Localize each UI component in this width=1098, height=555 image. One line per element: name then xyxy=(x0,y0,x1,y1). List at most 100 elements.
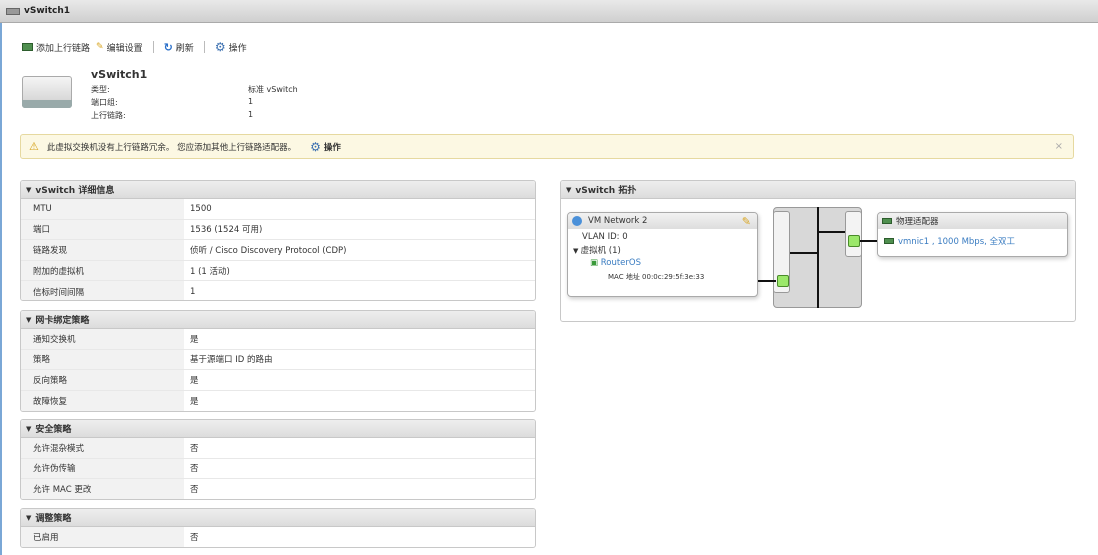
collapse-icon: ▼ xyxy=(26,424,32,433)
property-label: 策略 xyxy=(21,349,184,370)
vms-toggle[interactable]: ▼ 虚拟机 (1) xyxy=(568,242,757,256)
switch-bus-line xyxy=(817,207,819,308)
add-uplink-button[interactable]: 添加上行链路 xyxy=(22,41,90,54)
panel-header[interactable]: ▼ 安全策略 xyxy=(21,420,535,438)
refresh-button[interactable]: ↻ 刷新 xyxy=(164,41,194,54)
panel-traffic-shaping: ▼ 调整策略 已启用否 xyxy=(20,508,536,548)
uplinks-value: 1 xyxy=(248,110,254,119)
property-value: 是 xyxy=(190,397,199,408)
panel-title: vSwitch 拓扑 xyxy=(575,186,637,196)
property-value: 否 xyxy=(190,443,199,454)
vlan-id: VLAN ID: 0 xyxy=(582,232,628,242)
vm-icon: ▣ xyxy=(590,258,601,268)
panel-nic-teaming: ▼ 网卡绑定策略 通知交换机是策略 基于源端口 ID 的路由 反向策略是故障恢复是 xyxy=(20,310,536,412)
property-label: 反向策略 xyxy=(21,370,184,390)
property-value: 1500 xyxy=(190,203,212,214)
property-label: 允许伪传输 xyxy=(21,458,184,479)
actions-button[interactable]: ⚙ 操作 xyxy=(215,40,247,54)
property-value: 1536 (1524 可用) xyxy=(190,225,263,236)
warning-icon: ⚠ xyxy=(29,140,39,153)
warning-actions-label: 操作 xyxy=(323,142,341,153)
collapse-icon: ▼ xyxy=(26,513,32,522)
refresh-label: 刷新 xyxy=(175,43,194,54)
property-row: 反向策略是 xyxy=(21,370,535,391)
property-row: 附加的虚拟机 1 (1 活动) xyxy=(21,260,535,282)
edit-settings-button[interactable]: ✎ 编辑设置 xyxy=(96,41,143,54)
property-value: 是 xyxy=(190,334,199,345)
add-uplink-icon xyxy=(22,43,33,51)
nic-link[interactable]: vmnic1 , 1000 Mbps, 全双工 xyxy=(898,237,1015,247)
property-value: 侦听 / Cisco Discovery Protocol (CDP) xyxy=(190,245,347,256)
link-line xyxy=(758,280,776,282)
physical-adapters-title: 物理适配器 xyxy=(896,217,939,227)
vms-label: 虚拟机 (1) xyxy=(580,246,621,256)
vm-mac: MAC 地址 00:0c:29:5f:3e:33 xyxy=(608,273,705,281)
panel-header[interactable]: ▼ vSwitch 详细信息 xyxy=(21,181,535,199)
type-value: 标准 vSwitch xyxy=(248,85,298,94)
panel-title: 调整策略 xyxy=(35,514,72,524)
property-label: 附加的虚拟机 xyxy=(21,260,184,281)
warning-banner: ⚠ 此虚拟交换机没有上行链路冗余。 您应添加其他上行链路适配器。 ⚙ 操作 × xyxy=(20,134,1074,159)
property-row: 通知交换机是 xyxy=(21,329,535,350)
pencil-icon: ✎ xyxy=(96,42,104,52)
warning-actions-button[interactable]: ⚙ 操作 xyxy=(310,140,341,154)
panel-header[interactable]: ▼ 调整策略 xyxy=(21,509,535,527)
collapse-icon: ▼ xyxy=(26,315,32,324)
link-line xyxy=(790,252,818,254)
portgroup-box: VM Network 2 ✎ VLAN ID: 0 ▼ 虚拟机 (1) ▣ Rou… xyxy=(567,212,758,297)
property-row: 已启用否 xyxy=(21,527,535,547)
property-value: 否 xyxy=(190,485,199,496)
property-value: 1 xyxy=(190,286,196,297)
property-value: 否 xyxy=(190,533,199,544)
switch-image xyxy=(22,76,72,108)
property-label: 故障恢复 xyxy=(21,390,184,411)
vswitch-name: vSwitch1 xyxy=(91,68,148,81)
portgroup-header: VM Network 2 ✎ xyxy=(568,213,757,229)
edit-portgroup-icon[interactable]: ✎ xyxy=(742,215,751,228)
property-row: 策略 基于源端口 ID 的路由 xyxy=(21,349,535,371)
property-row: 允许伪传输否 xyxy=(21,458,535,480)
vm-link[interactable]: RouterOS xyxy=(601,258,641,268)
toolbar: 添加上行链路 ✎ 编辑设置 ↻ 刷新 ⚙ 操作 xyxy=(22,40,247,54)
property-label: 允许混杂模式 xyxy=(21,438,184,458)
divider xyxy=(203,41,205,53)
property-label: 允许 MAC 更改 xyxy=(21,479,184,499)
actions-label: 操作 xyxy=(228,43,247,54)
link-line xyxy=(818,231,845,233)
expand-icon: ▼ xyxy=(573,247,581,255)
panel-header[interactable]: ▼ vSwitch 拓扑 xyxy=(561,181,1075,199)
property-value: 基于源端口 ID 的路由 xyxy=(190,355,273,366)
uplink-port-icon xyxy=(848,235,860,247)
vswitch-icon xyxy=(6,7,20,15)
property-row: 信标时间间隔 1 xyxy=(21,281,535,300)
nic-icon xyxy=(884,238,894,244)
collapse-icon: ▼ xyxy=(26,185,32,194)
property-row: 故障恢复是 xyxy=(21,390,535,411)
portgroup-icon xyxy=(572,216,582,226)
physical-adapters-box: 物理适配器 vmnic1 , 1000 Mbps, 全双工 xyxy=(877,212,1068,257)
panel-header[interactable]: ▼ 网卡绑定策略 xyxy=(21,311,535,329)
edit-settings-label: 编辑设置 xyxy=(106,43,143,54)
panel-title: 安全策略 xyxy=(35,425,72,435)
refresh-icon: ↻ xyxy=(163,40,173,54)
collapse-icon: ▼ xyxy=(566,185,572,194)
divider xyxy=(152,41,154,53)
property-value: 1 (1 活动) xyxy=(190,266,230,277)
property-label: 链路发现 xyxy=(21,240,184,260)
nic-icon xyxy=(882,218,892,224)
vm-item: ▣ RouterOS xyxy=(568,256,757,268)
panel-title: 网卡绑定策略 xyxy=(35,316,90,326)
property-row: 端口 1536 (1524 可用) xyxy=(21,219,535,241)
property-value: 是 xyxy=(190,375,199,386)
link-line xyxy=(860,240,877,242)
warning-text: 此虚拟交换机没有上行链路冗余。 您应添加其他上行链路适配器。 xyxy=(46,142,297,153)
portgroups-label: 端口组: xyxy=(91,98,118,107)
property-label: 已启用 xyxy=(21,527,184,547)
panel-vswitch-details: ▼ vSwitch 详细信息 MTU 1500 端口 1536 (1524 可用) 链路发… xyxy=(20,180,536,301)
property-row: 允许混杂模式否 xyxy=(21,438,535,459)
close-icon[interactable]: × xyxy=(1055,141,1063,152)
portgroups-value: 1 xyxy=(248,97,254,106)
uplinks-label: 上行链路: xyxy=(91,111,126,120)
vm-port-icon xyxy=(777,275,789,287)
type-label: 类型: xyxy=(91,85,110,94)
